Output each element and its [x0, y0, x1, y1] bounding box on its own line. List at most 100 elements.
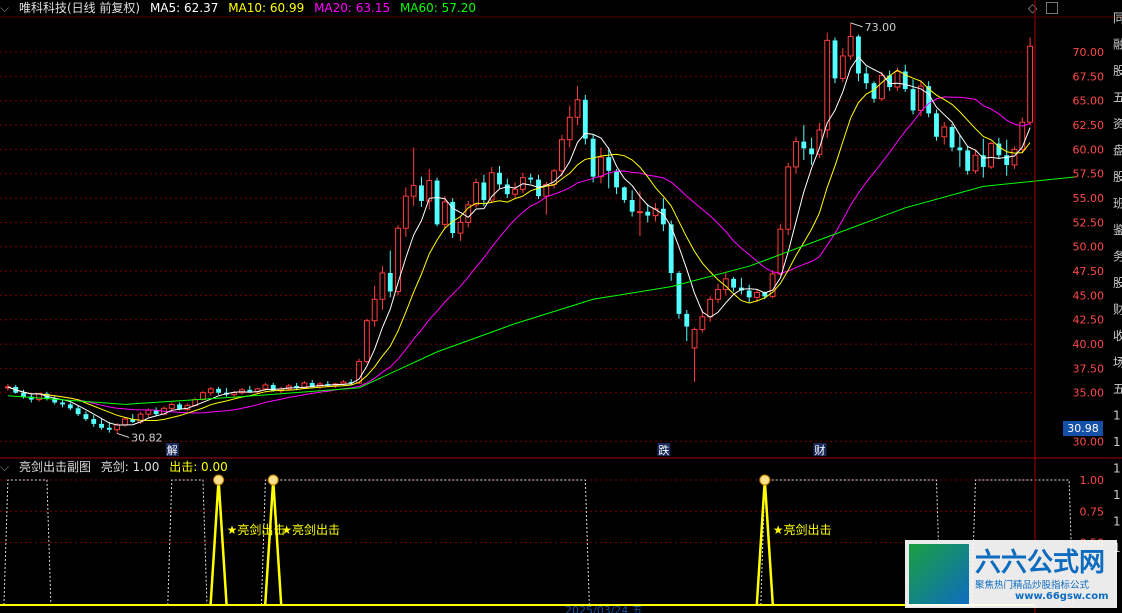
price-tick-label: 67.50 — [1073, 70, 1105, 83]
watermark-title: 六六公式网 — [975, 548, 1106, 578]
candle-body — [699, 316, 706, 330]
candle-body — [934, 113, 939, 137]
candle-body — [60, 402, 65, 405]
candle-body — [949, 127, 955, 148]
candle-body — [371, 298, 378, 322]
signal-label: ★亮剑出击 — [281, 522, 340, 537]
candle-body — [731, 278, 737, 288]
price-tick-label: 65.00 — [1073, 95, 1105, 108]
bottom-date-label: 2025/03/24 五 — [565, 604, 643, 613]
ma60-line — [7, 176, 1077, 405]
candle-body — [574, 99, 581, 118]
candle-body — [691, 328, 698, 349]
candle-body — [441, 201, 448, 225]
candle-body — [957, 147, 963, 151]
candle-body — [621, 187, 627, 201]
signal-icon — [759, 474, 771, 486]
candle-body — [801, 141, 807, 149]
candle-body — [457, 221, 464, 234]
candle-body — [1011, 148, 1018, 166]
candle-body — [83, 414, 89, 420]
candle-body — [566, 116, 573, 141]
candle-body — [270, 384, 276, 391]
side-panel-char: 1 — [1113, 462, 1121, 476]
candle-body — [839, 55, 846, 79]
price-tick-label: 30.00 — [1073, 435, 1105, 448]
candle-body — [21, 392, 26, 397]
signal-icon — [267, 474, 279, 486]
sub-chart-header: ⌵ 亮剑出击副图 亮剑: 1.00 出击: 0.00 — [0, 459, 234, 475]
candle-body — [777, 228, 784, 275]
price-tick-label: 50.00 — [1073, 241, 1105, 254]
candle-body — [637, 211, 643, 214]
candle-body — [481, 182, 487, 201]
chevron-down-icon[interactable]: ⌵ — [0, 460, 9, 474]
candle-body — [168, 403, 175, 409]
side-panel-char: 班 — [1113, 197, 1122, 211]
side-panel-char: 务 — [1113, 249, 1122, 264]
side-panel-char: 股 — [1113, 64, 1122, 78]
candle-body — [410, 184, 417, 197]
side-panel-char: 融 — [1113, 38, 1122, 52]
price-chart: 73.0030.82解跌财 1.000.750.50★亮剑出击★亮剑出击★亮剑出… — [0, 0, 1122, 613]
side-panel-char: 五 — [1113, 382, 1122, 396]
candle-body — [67, 404, 73, 409]
candle-body — [363, 320, 370, 363]
side-panel-char: 1 — [1113, 409, 1121, 423]
price-tick-label: 57.50 — [1073, 168, 1105, 181]
price-tick-label: 62.50 — [1073, 119, 1105, 132]
candle-body — [75, 408, 81, 415]
side-panel-char: 收 — [1113, 329, 1122, 343]
moving-average-lines — [7, 56, 1077, 426]
candle-body — [504, 184, 510, 195]
candle-body — [419, 185, 424, 201]
candle-body — [847, 35, 854, 57]
side-panel-char: 盘 — [1113, 143, 1122, 158]
candle-body — [793, 141, 799, 168]
candle-body — [972, 154, 979, 172]
candle-body — [832, 40, 838, 79]
signal-icon — [213, 474, 225, 486]
grid-lines — [0, 51, 1035, 442]
candle-body — [91, 419, 97, 424]
current-price-badge: 30.98 — [1063, 421, 1103, 436]
candle-body — [965, 150, 971, 171]
side-panel-char: 1 — [1113, 435, 1121, 449]
indicator-title[interactable]: 亮剑出击副图 — [19, 460, 91, 474]
candle-body — [910, 89, 916, 111]
low-price-label: 30.82 — [131, 431, 163, 444]
candle-body — [177, 404, 182, 410]
candle-body — [434, 180, 440, 225]
candle-body — [878, 74, 885, 100]
candle-body — [106, 427, 112, 430]
candle-body — [746, 290, 752, 298]
watermark-logo: 六六公式网 聚焦热门精品炒股指标公式 www.66gsw.com — [905, 540, 1117, 608]
candle-body — [512, 188, 519, 195]
signal-spike — [209, 479, 228, 606]
high-marker-line — [850, 22, 863, 28]
side-panel-char: 股 — [1113, 170, 1122, 184]
price-tick-label: 35.00 — [1073, 387, 1105, 400]
price-tick-label: 60.00 — [1073, 143, 1105, 156]
candle-body — [558, 139, 565, 172]
price-tick-label: 45.00 — [1073, 289, 1105, 302]
watermark-url: www.66gsw.com — [1015, 591, 1109, 602]
candle-body — [145, 409, 152, 415]
candle-body — [387, 273, 393, 292]
price-tick-label: 40.00 — [1073, 338, 1105, 351]
candlestick-series — [4, 22, 1034, 434]
candle-body — [715, 289, 721, 300]
candle-body — [606, 157, 612, 171]
candle-body — [114, 424, 121, 431]
sub-tick-label: 1.00 — [1080, 474, 1105, 487]
candle-body — [941, 126, 948, 138]
candle-body — [645, 211, 651, 216]
watermark-subtitle: 聚焦热门精品炒股指标公式 — [975, 580, 1090, 591]
event-tag-label: 解 — [167, 443, 178, 457]
price-axis: 70.00 67.50 65.00 62.50 60.00 57.50 55.00 52.50… — [0, 0, 1122, 613]
price-tick-label: 70.00 — [1073, 46, 1105, 59]
price-tick-label: 55.00 — [1073, 192, 1105, 205]
side-panel-char: 同 — [1113, 11, 1122, 25]
candle-body — [473, 181, 480, 206]
high-price-label: 73.00 — [865, 21, 897, 34]
